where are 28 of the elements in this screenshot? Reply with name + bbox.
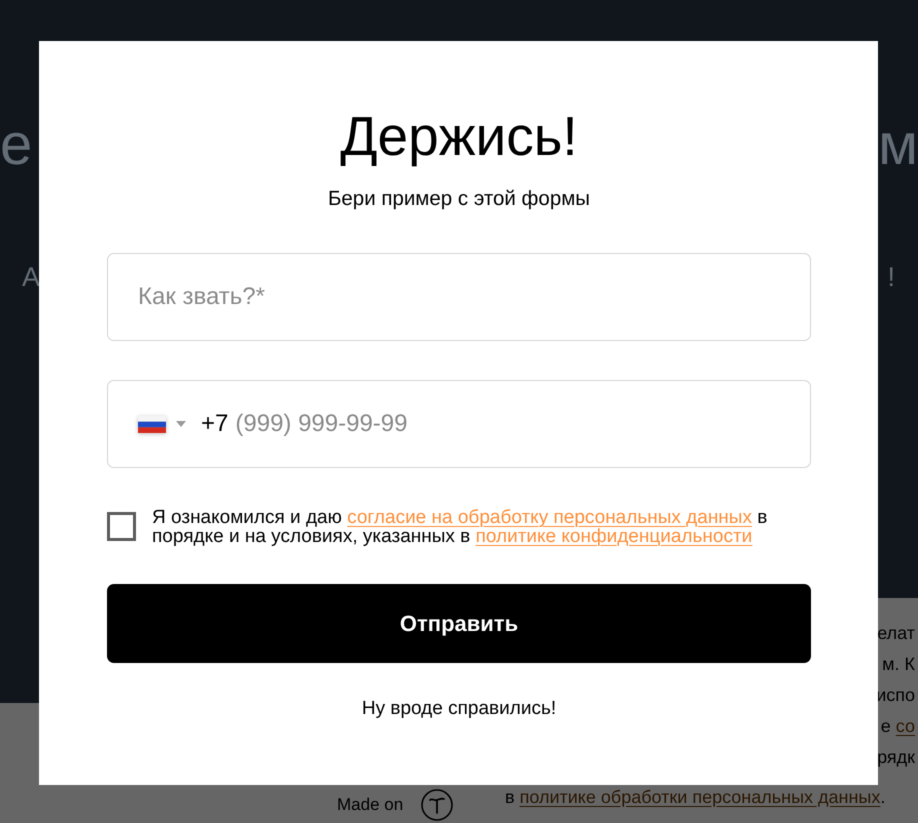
panel-text: е со <box>880 715 916 738</box>
panel-text: елат <box>877 622 916 645</box>
name-field[interactable]: Как звать?* <box>107 253 811 341</box>
hero-heading-text: е <box>0 111 32 179</box>
caret-icon[interactable] <box>176 421 186 427</box>
hero-subtitle-text: А <box>22 261 40 294</box>
consent-link[interactable]: политике конфиденциальности <box>476 526 752 547</box>
country-code: +7 <box>201 410 228 438</box>
consent-text: Я ознакомился и даю согласие на обработку персональных данных в порядке и на условиях, указанных в политике конфиденциальности <box>152 508 768 546</box>
panel-text: м. К <box>882 653 916 676</box>
consent-checkbox[interactable] <box>107 512 136 541</box>
phone-input[interactable]: (999) 999-99-99 <box>235 409 780 439</box>
phone-field[interactable]: +7 (999) 999-99-99 <box>107 380 811 468</box>
logo-icon[interactable] <box>421 788 454 820</box>
modal-title: Держись! <box>340 104 578 169</box>
panel-text: испо <box>876 684 916 707</box>
modal-subtitle: Бери пример с этой формы <box>328 187 590 211</box>
hero-subtitle-text: ! <box>887 261 895 294</box>
form-note: Ну вроде справились! <box>362 698 556 720</box>
flag-icon[interactable] <box>138 416 166 432</box>
hero-heading-text: м <box>878 111 918 179</box>
panel-text: рядк <box>877 746 916 769</box>
made-on-label: Made on <box>337 794 404 814</box>
panel-link[interactable]: политике обработки персональных данных <box>520 787 880 807</box>
panel-link[interactable]: со <box>896 716 915 736</box>
submit-button[interactable]: Отправить <box>107 584 811 663</box>
consent-link[interactable]: согласие на обработку персональных данных <box>347 507 752 528</box>
panel-text: в политике обработки персональных данных. <box>504 787 886 807</box>
